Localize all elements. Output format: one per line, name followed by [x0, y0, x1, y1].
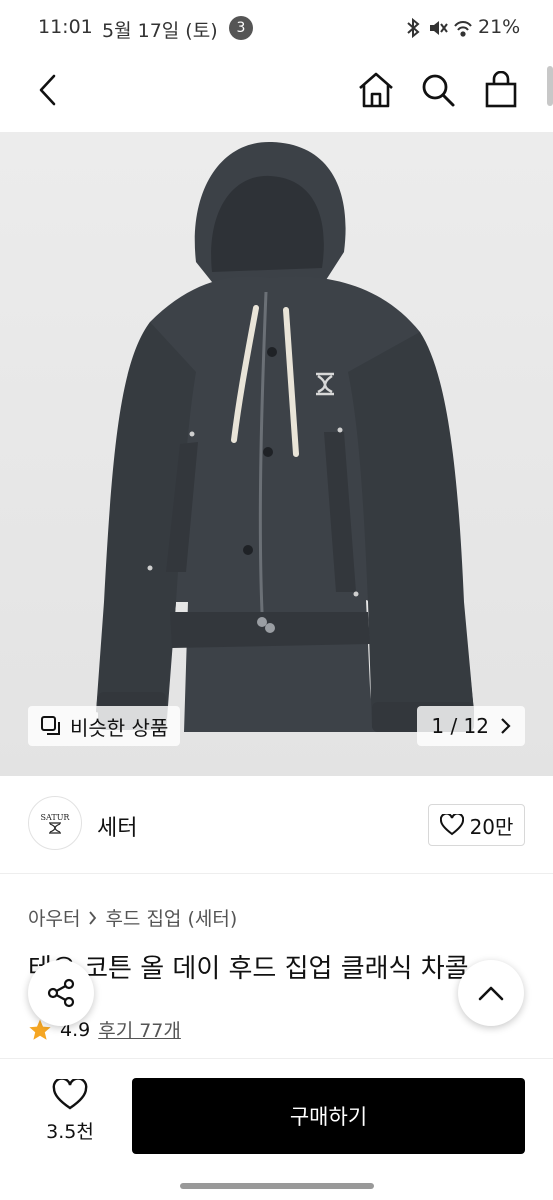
- share-icon: [47, 978, 75, 1008]
- brand-logo[interactable]: SATUR: [28, 796, 82, 850]
- brand-logo-text: SATUR: [40, 812, 70, 822]
- share-button[interactable]: [28, 960, 94, 1026]
- home-icon: [359, 72, 393, 108]
- product-title: 테오 코튼 올 데이 후드 집업 클래식 차콜: [28, 954, 469, 984]
- home-indicator[interactable]: [180, 1183, 374, 1189]
- breadcrumb-item[interactable]: 후드 집업 (세터): [105, 904, 237, 931]
- nav-bar: [0, 56, 553, 132]
- battery-level: 21%: [478, 16, 521, 38]
- image-pager-count: 1 / 12: [431, 714, 489, 738]
- similar-products-label: 비슷한 상품: [70, 715, 169, 740]
- bluetooth-icon: [407, 17, 420, 39]
- chevron-right-icon: [501, 718, 511, 734]
- status-bar: 11:01 5월 17일 (토) 3 21%: [0, 0, 553, 56]
- cart-button[interactable]: [477, 66, 525, 114]
- scrollbar[interactable]: [547, 66, 553, 106]
- image-pager[interactable]: 1 / 12: [417, 706, 525, 746]
- product-image: [96, 141, 474, 732]
- product-image-carousel[interactable]: 비슷한 상품 1 / 12: [0, 132, 553, 776]
- heart-icon: [439, 814, 464, 836]
- chevron-right-icon: [89, 910, 97, 925]
- wifi-icon: [454, 21, 472, 37]
- search-button[interactable]: [414, 66, 462, 114]
- status-icons: [407, 17, 472, 39]
- mute-icon: [430, 21, 448, 35]
- similar-items-icon: [41, 716, 60, 735]
- status-date: 5월 17일 (토): [102, 20, 218, 42]
- home-button[interactable]: [352, 66, 400, 114]
- back-button[interactable]: [24, 66, 72, 114]
- brand-name[interactable]: 세터: [97, 810, 137, 842]
- shopping-bag-icon: [485, 71, 517, 108]
- similar-products-button[interactable]: 비슷한 상품: [28, 706, 181, 746]
- wishlist-count: 3.5천: [46, 1121, 94, 1143]
- brand-row: SATUR 세터 20만: [0, 776, 553, 874]
- notification-badge: 3: [229, 16, 253, 40]
- buy-button[interactable]: 구매하기: [132, 1078, 525, 1154]
- chevron-left-icon: [39, 74, 56, 106]
- breadcrumb: 아우터 후드 집업 (세터): [28, 904, 237, 931]
- chevron-up-icon: [478, 986, 504, 1001]
- review-link[interactable]: 후기 77개: [98, 1016, 181, 1043]
- heart-icon: [52, 1079, 88, 1110]
- brand-emblem-icon: [49, 821, 61, 834]
- scroll-top-button[interactable]: [458, 960, 524, 1026]
- status-time: 11:01: [38, 16, 93, 38]
- wishlist-button[interactable]: 3.5천: [28, 1079, 112, 1159]
- search-icon: [422, 74, 455, 107]
- breadcrumb-item[interactable]: 아우터: [28, 904, 80, 931]
- brand-like-button[interactable]: 20만: [428, 804, 525, 846]
- bottom-action-bar: 3.5천 구매하기: [0, 1058, 553, 1176]
- brand-like-count: 20만: [469, 814, 514, 839]
